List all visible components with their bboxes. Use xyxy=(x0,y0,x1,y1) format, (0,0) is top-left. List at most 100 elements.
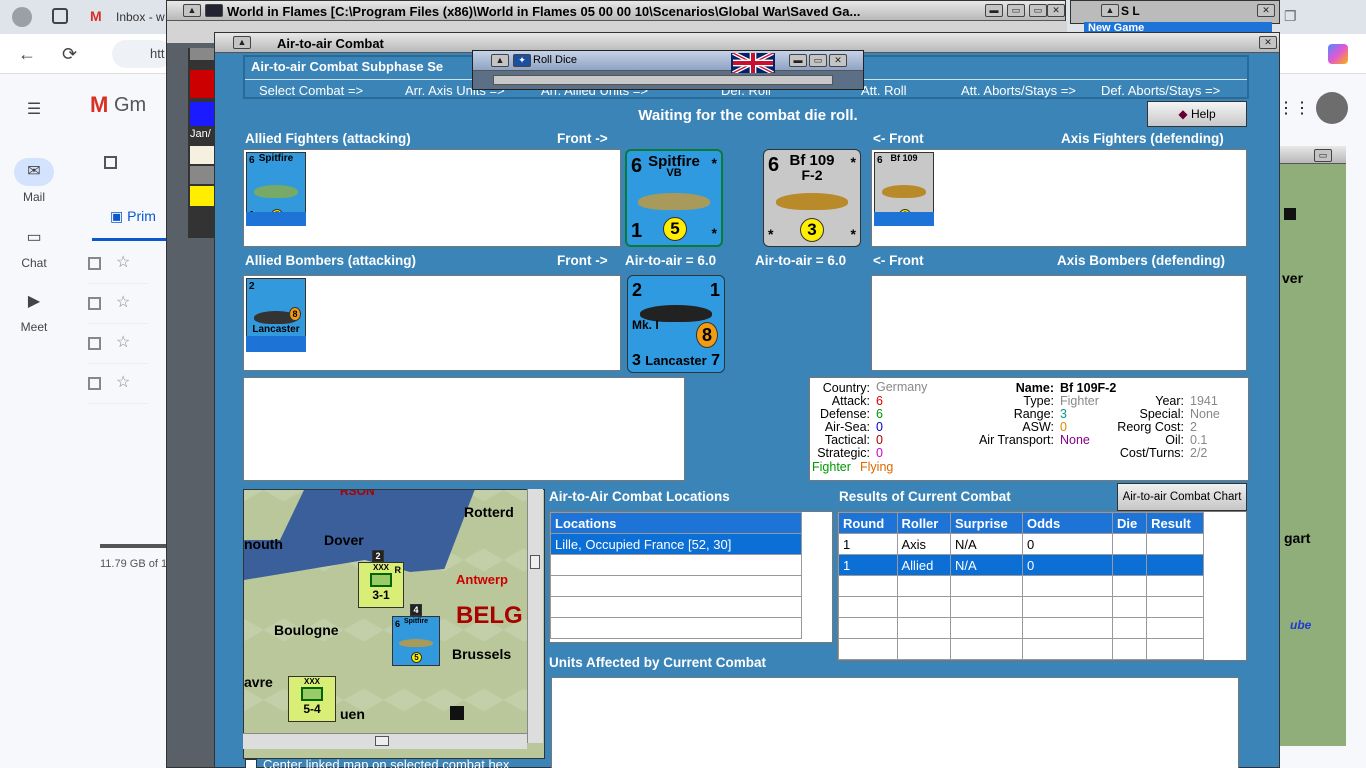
address-bar[interactable]: htt xyxy=(112,40,172,68)
col-roller[interactable]: Roller xyxy=(896,512,951,534)
locations-header[interactable]: Locations xyxy=(550,512,802,534)
menu-icon[interactable]: ☰ xyxy=(0,96,68,128)
bf109-counter-large[interactable]: 6 * Bf 109 F-2 * 3 * xyxy=(763,149,861,247)
map-horizontal-scrollbar[interactable] xyxy=(243,733,527,749)
strip-icon xyxy=(190,48,214,60)
table-row[interactable] xyxy=(550,596,802,618)
subphase-att-roll[interactable]: Att. Roll xyxy=(861,83,907,98)
checkbox[interactable] xyxy=(245,759,257,768)
lancaster-counter-large[interactable]: 2 1 Mk. I 8 3 Lancaster 7 xyxy=(627,275,725,373)
row-checkbox[interactable] xyxy=(88,337,101,350)
row-checkbox[interactable] xyxy=(88,257,101,270)
table-row[interactable]: Lille, Occupied France [52, 30] xyxy=(550,533,802,555)
system-menu-icon[interactable]: ▲ xyxy=(183,4,201,17)
table-row[interactable] xyxy=(838,596,1204,618)
location-cell[interactable]: Lille, Occupied France [52, 30] xyxy=(550,533,802,555)
wif-main-titlebar[interactable]: ▲ World in Flames [C:\Program Files (x86… xyxy=(167,1,1065,21)
map-vertical-scrollbar[interactable] xyxy=(527,489,543,743)
army-unit-counter[interactable]: XXX 5-4 xyxy=(288,676,336,722)
allied-fighters-box[interactable]: 6 Spitfire 1 5 xyxy=(243,149,621,247)
copilot-icon[interactable] xyxy=(1328,44,1348,64)
close-icon[interactable]: ✕ xyxy=(1259,36,1277,49)
minimize-icon[interactable]: ▬ xyxy=(985,4,1003,17)
units-affected-list[interactable] xyxy=(551,677,1239,768)
scroll-thumb[interactable] xyxy=(530,555,540,569)
center-map-checkbox[interactable]: Center linked map on selected combat hex xyxy=(245,757,509,768)
table-row[interactable]: 1 Axis N/A 0 xyxy=(838,533,1204,555)
combat-chart-button[interactable]: Air-to-air Combat Chart xyxy=(1117,483,1247,511)
table-row[interactable] xyxy=(550,554,802,576)
avatar[interactable] xyxy=(1316,92,1348,124)
army-unit-counter[interactable]: XXX 3-1 R xyxy=(358,562,404,608)
maximize-icon[interactable]: ▭ xyxy=(809,54,827,67)
restore-icon[interactable]: ▭ xyxy=(1314,149,1332,162)
select-all-checkbox[interactable] xyxy=(104,156,117,169)
subphase-select-combat[interactable]: Select Combat => xyxy=(259,83,363,98)
help-book-icon: ◆ xyxy=(1178,107,1188,121)
tab-primary[interactable]: ▣ Prim xyxy=(110,208,156,225)
results-title: Results of Current Combat xyxy=(839,489,1011,504)
col-result[interactable]: Result xyxy=(1146,512,1204,534)
table-row[interactable] xyxy=(550,575,802,597)
location-cell[interactable] xyxy=(550,617,802,639)
roll-dice-titlebar[interactable]: ▲ ✦ Roll Dice ▬ ▭ ✕ xyxy=(473,51,863,71)
close-icon[interactable]: ✕ xyxy=(1047,4,1065,17)
table-row[interactable] xyxy=(838,575,1204,597)
nav-meet[interactable]: ▶ Meet xyxy=(0,288,68,334)
system-menu-icon[interactable]: ▲ xyxy=(491,54,509,67)
minimize-icon[interactable]: ▬ xyxy=(789,54,807,67)
profile-icon[interactable] xyxy=(12,7,32,27)
maximize-icon[interactable]: ▭ xyxy=(1007,4,1025,17)
list-item[interactable]: ☆ xyxy=(88,364,148,404)
star-icon[interactable]: ☆ xyxy=(116,252,130,272)
list-item[interactable]: ☆ xyxy=(88,244,148,284)
nav-mail[interactable]: ✉ Mail xyxy=(0,158,68,204)
system-menu-icon[interactable]: ▲ xyxy=(233,36,251,49)
inbox-icon: ▣ xyxy=(110,208,124,224)
col-die[interactable]: Die xyxy=(1111,512,1148,534)
right-map-titlebar[interactable]: ▭ xyxy=(1270,146,1346,164)
spitfire-counter-large[interactable]: 6 * Spitfire VB 1 5 * xyxy=(625,149,723,247)
close-icon[interactable]: ✕ xyxy=(829,54,847,67)
list-item[interactable]: ☆ xyxy=(88,324,148,364)
subphase-def-aborts[interactable]: Def. Aborts/Stays => xyxy=(1101,83,1220,98)
table-row[interactable] xyxy=(838,638,1204,660)
row-checkbox[interactable] xyxy=(88,377,101,390)
results-list[interactable]: Round Roller Surprise Odds Die Result 1 … xyxy=(837,511,1247,661)
table-row[interactable]: 1 Allied N/A 0 xyxy=(838,554,1204,576)
table-row[interactable] xyxy=(550,617,802,639)
nav-chat[interactable]: ▭ Chat xyxy=(0,224,68,270)
subphase-att-aborts[interactable]: Att. Aborts/Stays => xyxy=(961,83,1076,98)
col-surprise[interactable]: Surprise xyxy=(949,512,1024,534)
linked-map[interactable]: Dover nouth Rotterd Antwerp BELG Boulogn… xyxy=(243,489,545,759)
location-cell[interactable] xyxy=(550,575,802,597)
star-icon[interactable]: ☆ xyxy=(116,372,130,392)
restore-icon[interactable]: ❐ xyxy=(1284,8,1297,25)
table-row[interactable] xyxy=(838,617,1204,639)
close-icon[interactable]: ✕ xyxy=(1257,4,1275,17)
location-cell[interactable] xyxy=(550,596,802,618)
reload-icon[interactable]: ⟳ xyxy=(62,44,77,65)
spitfire-map-counter[interactable]: 6 Spitfire 5 xyxy=(392,616,440,666)
locations-list[interactable]: Locations Lille, Occupied France [52, 30… xyxy=(549,511,833,643)
back-icon[interactable]: ← xyxy=(18,44,36,65)
scroll-thumb[interactable] xyxy=(375,736,389,746)
sl-title: S L xyxy=(1121,4,1140,18)
axis-fighters-box[interactable]: 6 Bf 109 3 xyxy=(871,149,1247,247)
tab-actions-icon[interactable] xyxy=(52,8,68,24)
system-menu-icon[interactable]: ▲ xyxy=(1101,4,1119,17)
col-odds[interactable]: Odds xyxy=(1022,512,1113,534)
locations-title: Air-to-Air Combat Locations xyxy=(549,489,730,504)
location-cell[interactable] xyxy=(550,554,802,576)
help-button[interactable]: ◆ Help xyxy=(1147,101,1247,127)
allied-bombers-box[interactable]: 2 8 Lancaster xyxy=(243,275,621,371)
row-checkbox[interactable] xyxy=(88,297,101,310)
star-icon[interactable]: ☆ xyxy=(116,332,130,352)
restore-icon[interactable]: ▭ xyxy=(1029,4,1047,17)
info-key: Year: xyxy=(1155,394,1184,408)
list-item[interactable]: ☆ xyxy=(88,284,148,324)
browser-tab-label[interactable]: Inbox - w xyxy=(116,10,165,24)
col-round[interactable]: Round xyxy=(838,512,898,534)
axis-bombers-box[interactable] xyxy=(871,275,1247,371)
star-icon[interactable]: ☆ xyxy=(116,292,130,312)
